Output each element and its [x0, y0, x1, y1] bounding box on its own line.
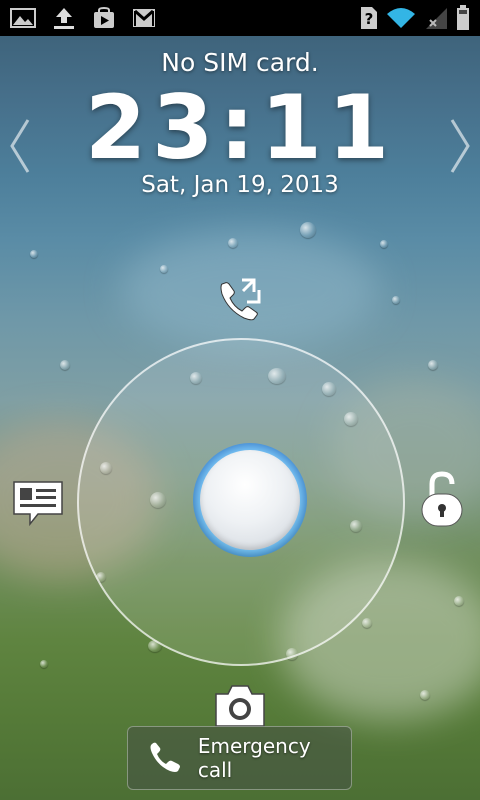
- chevron-right-icon[interactable]: [448, 118, 472, 178]
- rain-drop: [454, 596, 464, 606]
- svg-text:?: ?: [365, 10, 374, 28]
- no-sim-icon: ?: [360, 6, 378, 30]
- chevron-left-icon[interactable]: [8, 118, 32, 178]
- unlock-icon[interactable]: [418, 470, 466, 530]
- carrier-status: No SIM card.: [161, 48, 319, 77]
- picture-icon: [10, 8, 36, 28]
- signal-off-icon: [424, 6, 448, 30]
- notification-icons: [0, 0, 156, 36]
- emergency-call-button[interactable]: Emergency call: [127, 726, 352, 790]
- phone-icon: [140, 740, 188, 776]
- unlock-handle-knob[interactable]: [200, 450, 300, 550]
- call-log-icon[interactable]: [214, 274, 266, 326]
- system-icons: ?: [360, 0, 480, 36]
- rain-drop: [392, 296, 400, 304]
- unlock-handle[interactable]: [193, 443, 307, 557]
- rain-drop: [380, 240, 388, 248]
- rain-drop: [40, 660, 48, 668]
- wifi-icon: [386, 6, 416, 30]
- clock-time: 23:11: [84, 76, 396, 179]
- battery-icon: [456, 5, 470, 31]
- status-bar: ?: [0, 0, 480, 36]
- rain-drop: [228, 238, 238, 248]
- camera-icon[interactable]: [212, 682, 268, 728]
- emergency-call-label: Emergency call: [197, 734, 311, 782]
- rain-drop: [300, 222, 316, 238]
- rain-drop: [428, 360, 438, 370]
- message-icon[interactable]: [10, 474, 66, 530]
- rain-drop: [420, 690, 430, 700]
- rain-drop: [30, 250, 38, 258]
- lock-screen: ? No SIM card. 23:11 Sat, Jan 19, 2013 E…: [0, 0, 480, 800]
- rain-drop: [60, 360, 70, 370]
- gmail-icon: [132, 8, 156, 28]
- upload-icon: [52, 6, 76, 30]
- rain-drop: [362, 618, 372, 628]
- clock-date: Sat, Jan 19, 2013: [141, 172, 339, 198]
- rain-drop: [160, 265, 168, 273]
- play-store-icon: [92, 6, 116, 30]
